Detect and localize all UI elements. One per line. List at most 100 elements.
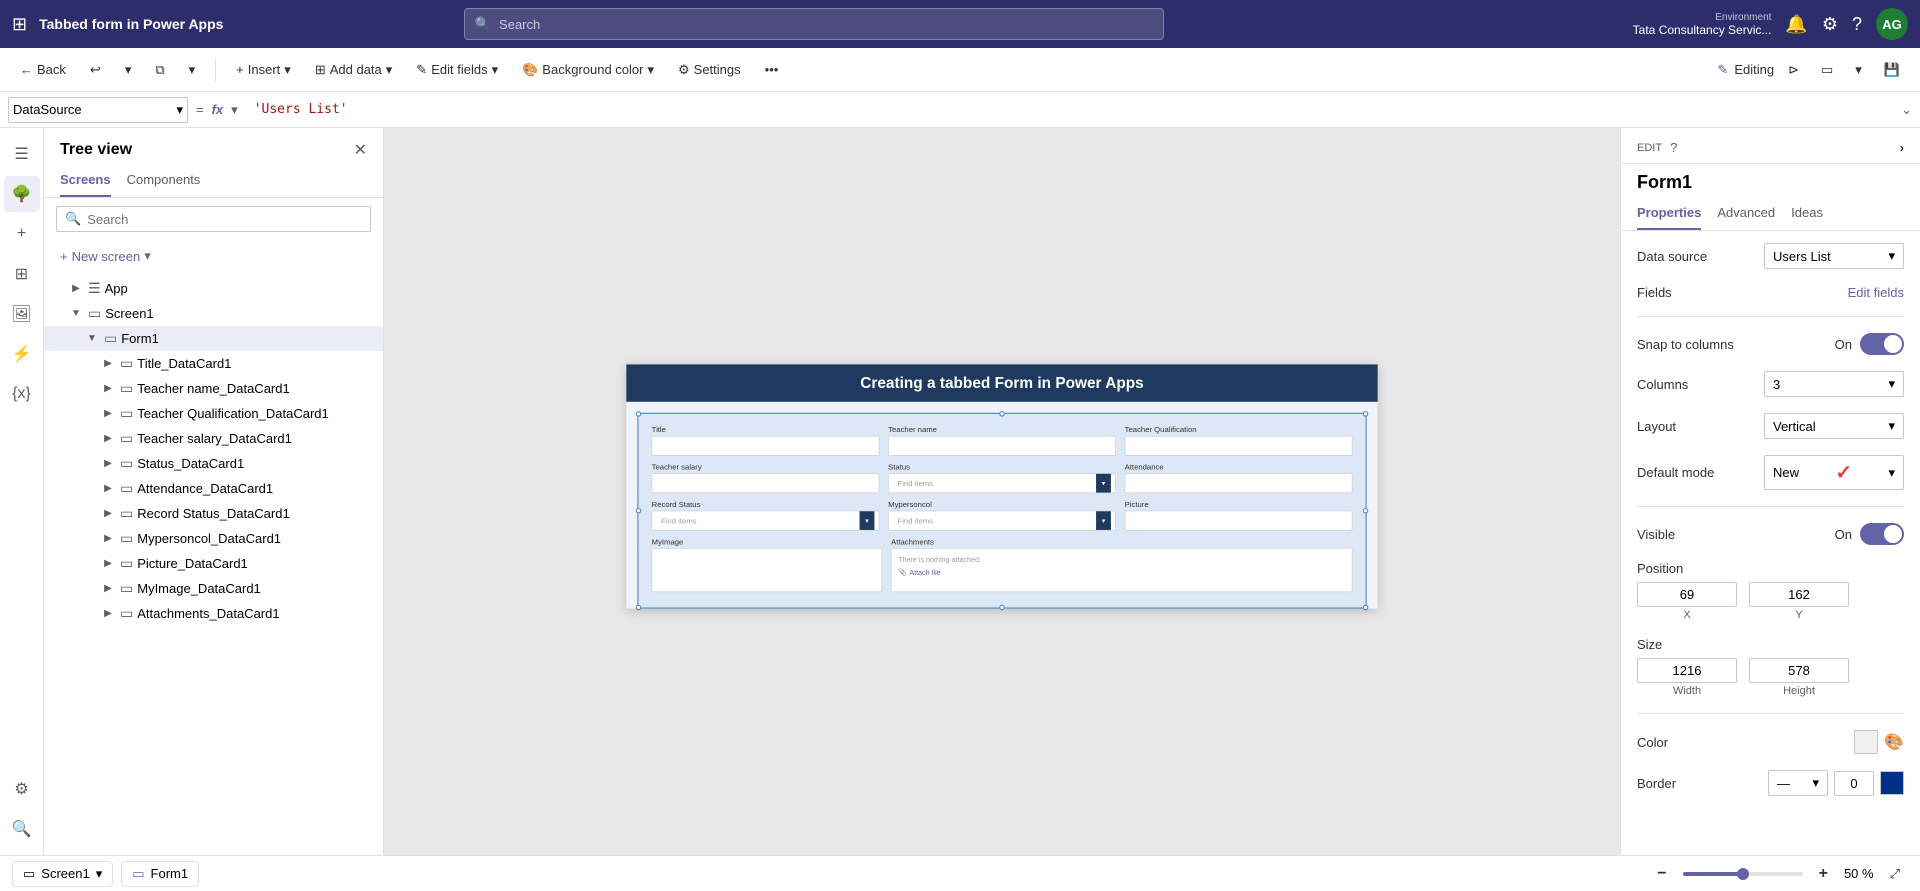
zoom-slider-thumb[interactable]: [1737, 868, 1749, 880]
tab-properties[interactable]: Properties: [1637, 197, 1701, 230]
zoom-in-button[interactable]: +: [1811, 861, 1836, 887]
menu-icon-button[interactable]: ☰: [4, 136, 40, 172]
tab-advanced[interactable]: Advanced: [1717, 197, 1775, 230]
handle-tl[interactable]: [636, 411, 642, 417]
form1-tab[interactable]: ▭ Form1: [121, 861, 199, 887]
tablet-icon-button[interactable]: ▭: [1813, 58, 1841, 82]
top-search-bar[interactable]: 🔍 Search: [464, 8, 1164, 40]
tree-item-form1[interactable]: ▼ ▭ Form1: [44, 326, 383, 351]
data-icon-button[interactable]: ⊞: [4, 256, 40, 292]
tree-item-teachersalary-datacard[interactable]: ▶ ▭ Teacher salary_DataCard1: [44, 426, 383, 451]
myimage-input[interactable]: [652, 548, 883, 592]
tree-search-input[interactable]: [87, 212, 362, 227]
tree-item-teachername-datacard[interactable]: ▶ ▭ Teacher name_DataCard1: [44, 376, 383, 401]
save-button[interactable]: 💾: [1876, 58, 1908, 82]
picture-input[interactable]: [1125, 510, 1353, 530]
search-sidebar-icon-button[interactable]: 🔍: [4, 811, 40, 847]
columns-select[interactable]: 3 ▾: [1764, 371, 1904, 397]
help-icon[interactable]: ?: [1852, 14, 1862, 35]
help-icon-props[interactable]: ?: [1670, 140, 1677, 155]
undo-dropdown-button[interactable]: ▾: [117, 58, 140, 82]
teacher-qual-input[interactable]: [1125, 435, 1353, 455]
edit-fields-props-link[interactable]: Edit fields: [1848, 285, 1904, 300]
height-input[interactable]: [1749, 658, 1849, 683]
border-width-input[interactable]: [1834, 771, 1874, 796]
tree-item-title-datacard[interactable]: ▶ ▭ Title_DataCard1: [44, 351, 383, 376]
handle-br[interactable]: [1363, 604, 1369, 610]
undo-button[interactable]: ↩: [82, 58, 109, 82]
insert-button[interactable]: + Insert ▾: [228, 58, 299, 82]
attendance-input[interactable]: [1125, 473, 1353, 493]
tree-item-screen1[interactable]: ▼ ▭ Screen1: [44, 301, 383, 326]
back-button[interactable]: ← Back: [12, 58, 74, 81]
canvas-form[interactable]: Title Teacher name Teacher Qualification: [637, 412, 1366, 608]
preview-button[interactable]: ⊳: [1780, 58, 1807, 82]
media-icon-button[interactable]: 🖼: [4, 296, 40, 332]
status-dropdown[interactable]: Find items ▾: [888, 473, 1116, 493]
default-mode-select[interactable]: New ✓ ▾: [1764, 455, 1904, 490]
insert-icon-button[interactable]: +: [4, 216, 40, 252]
border-style-select[interactable]: — ▾: [1768, 770, 1828, 796]
datasource-select[interactable]: Users List ▾: [1764, 243, 1904, 269]
more-button[interactable]: •••: [757, 58, 787, 81]
edit-fields-button[interactable]: ✎ Edit fields ▾: [408, 58, 506, 82]
paste-button[interactable]: ▾: [181, 58, 204, 82]
layout-select[interactable]: Vertical ▾: [1764, 413, 1904, 439]
tree-item-mypersoncol-datacard[interactable]: ▶ ▭ Mypersoncol_DataCard1: [44, 526, 383, 551]
width-input[interactable]: [1637, 658, 1737, 683]
datasource-selector[interactable]: DataSource ▾: [8, 97, 188, 123]
tree-item-status-datacard[interactable]: ▶ ▭ Status_DataCard1: [44, 451, 383, 476]
tab-components[interactable]: Components: [127, 164, 201, 197]
tree-item-myimage-datacard[interactable]: ▶ ▭ MyImage_DataCard1: [44, 576, 383, 601]
visible-toggle[interactable]: [1860, 523, 1904, 545]
settings-toolbar-button[interactable]: ⚙ Settings: [670, 58, 749, 82]
teacher-salary-input[interactable]: [652, 473, 880, 493]
tree-item-attendance-datacard[interactable]: ▶ ▭ Attendance_DataCard1: [44, 476, 383, 501]
tree-item-picture-datacard[interactable]: ▶ ▭ Picture_DataCard1: [44, 551, 383, 576]
handle-tr[interactable]: [1363, 411, 1369, 417]
user-avatar[interactable]: AG: [1876, 8, 1908, 40]
formula-input[interactable]: [246, 102, 1893, 117]
collapse-panel-icon[interactable]: ›: [1900, 140, 1904, 155]
tab-ideas[interactable]: Ideas: [1791, 197, 1823, 230]
new-screen-button[interactable]: + New screen ▾: [56, 244, 371, 268]
tree-item-app[interactable]: ▶ ☰ App: [44, 276, 383, 301]
border-color-swatch[interactable]: [1880, 771, 1904, 795]
tree-item-attachments-datacard[interactable]: ▶ ▭ Attachments_DataCard1: [44, 601, 383, 626]
copy-button[interactable]: ⧉: [147, 58, 172, 82]
settings-icon[interactable]: ⚙: [1822, 14, 1838, 35]
handle-mr[interactable]: [1363, 507, 1369, 513]
add-data-button[interactable]: ⊞ Add data ▾: [307, 58, 400, 82]
handle-bm[interactable]: [999, 604, 1005, 610]
handle-bl[interactable]: [636, 604, 642, 610]
color-picker-icon[interactable]: 🎨: [1884, 732, 1904, 752]
fit-to-screen-button[interactable]: ⤢: [1882, 862, 1908, 886]
connectors-icon-button[interactable]: ⚡: [4, 336, 40, 372]
canvas-area[interactable]: Creating a tabbed Form in Power Apps: [384, 128, 1620, 855]
teacher-name-input[interactable]: [888, 435, 1116, 455]
background-color-button[interactable]: 🎨 Background color ▾: [514, 58, 662, 82]
tab-screens[interactable]: Screens: [60, 164, 111, 197]
record-status-dropdown[interactable]: Find items ▾: [652, 510, 880, 530]
phone-icon-button[interactable]: ▾: [1847, 58, 1870, 82]
x-position-input[interactable]: [1637, 582, 1737, 607]
tree-view-icon-button[interactable]: 🌳: [4, 176, 40, 212]
handle-tm[interactable]: [999, 411, 1005, 417]
zoom-slider-track[interactable]: [1683, 872, 1803, 876]
attach-file-link[interactable]: 📎 Attach file: [898, 567, 1345, 576]
tree-item-teacherqual-datacard[interactable]: ▶ ▭ Teacher Qualification_DataCard1: [44, 401, 383, 426]
fx-expand-icon[interactable]: ▾: [231, 102, 238, 118]
variables-icon-button[interactable]: {x}: [4, 376, 40, 412]
handle-ml[interactable]: [636, 507, 642, 513]
apps-grid-icon[interactable]: ⊞: [12, 14, 27, 35]
notification-icon[interactable]: 🔔: [1785, 14, 1807, 35]
snap-toggle[interactable]: [1860, 333, 1904, 355]
color-swatch[interactable]: [1854, 730, 1878, 754]
screen1-tab[interactable]: ▭ Screen1 ▾: [12, 861, 113, 887]
close-tree-icon[interactable]: ✕: [354, 140, 367, 160]
tree-item-recordstatus-datacard[interactable]: ▶ ▭ Record Status_DataCard1: [44, 501, 383, 526]
zoom-out-button[interactable]: −: [1649, 861, 1674, 887]
y-position-input[interactable]: [1749, 582, 1849, 607]
settings-sidebar-icon-button[interactable]: ⚙: [4, 771, 40, 807]
formula-expand-icon[interactable]: ⌄: [1901, 102, 1912, 118]
